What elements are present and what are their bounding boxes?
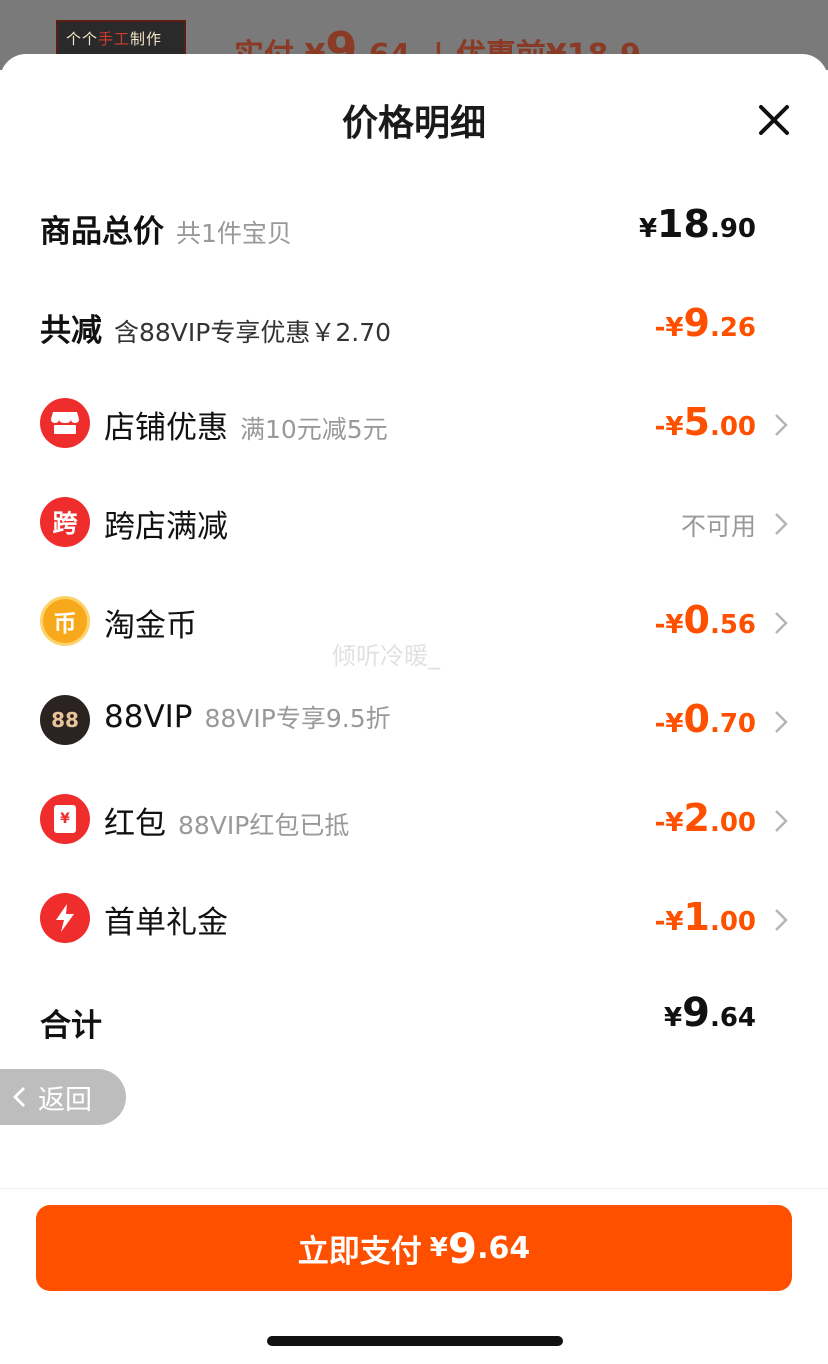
shop-badge-part: 手工 [98,30,131,48]
currency-symbol: -¥ [654,610,684,640]
currency-symbol: ¥ [664,1003,683,1033]
red-packet-envelope: ¥ [54,805,76,833]
item-count: 共1件宝贝 [176,219,292,248]
amount-integer: 9 [447,1223,478,1273]
amount-integer: 9 [682,990,710,1036]
red-packet-text: 红包 [104,806,166,842]
amount-integer: 1 [683,895,710,939]
coin-icon: 币 [40,596,90,646]
cross-store-icon: 跨 [40,497,90,547]
total-discount-text: 共减 [40,313,102,349]
close-icon[interactable] [752,98,796,142]
total-discount-amount: -¥9.26 [655,301,756,345]
shop-discount-amount: -¥5.00 [655,400,756,444]
shop-discount-row[interactable]: 店铺优惠 满10元减5元 -¥5.00 [0,394,828,454]
goods-total-amount: ¥18.90 [639,202,756,246]
amount-integer: 5 [683,400,710,444]
total-discount-row: 共减 含88VIP专享优惠￥2.70 -¥9.26 [0,295,828,355]
red-packet-row[interactable]: ¥ 红包 88VIP红包已抵 -¥2.00 [0,790,828,850]
chevron-right-icon [775,711,788,733]
red-packet-amount: -¥2.00 [655,796,756,840]
cross-store-row[interactable]: 跨 跨店满减 不可用 [0,493,828,553]
88vip-icon: 88 [40,695,90,745]
amount-integer: 2 [683,796,710,840]
grand-total-row: 合计 ¥9.64 [0,990,828,1050]
amount-decimal: .26 [709,313,756,343]
amount-decimal: .90 [709,214,756,244]
first-order-row[interactable]: 首单礼金 -¥1.00 [0,889,828,949]
back-button-label: 返回 [38,1084,92,1116]
goods-total-text: 商品总价 [40,214,164,250]
total-discount-label: 共减 含88VIP专享优惠￥2.70 [40,305,391,350]
amount-decimal: .00 [709,412,756,442]
amount-integer: 0 [683,697,710,741]
grand-total-amount: ¥9.64 [664,990,756,1036]
red-packet-glyph: ¥ [60,811,70,827]
currency-symbol: -¥ [654,313,684,343]
chevron-right-icon [775,414,788,436]
vip-discount-note: 含88VIP专享优惠￥2.70 [114,318,392,347]
unavailable-status: 不可用 [680,512,756,541]
goods-total-label: 商品总价 共1件宝贝 [40,206,292,251]
currency-symbol: -¥ [654,808,684,838]
taojinbi-label: 淘金币 [104,608,197,644]
watermark: 倾听冷暖_ [332,642,440,670]
cross-store-icon-glyph: 跨 [52,509,78,538]
amount-integer: 18 [657,202,710,246]
amount-integer: 9 [683,301,710,345]
taojinbi-amount: -¥0.56 [655,598,756,642]
currency-symbol: -¥ [654,907,684,937]
pay-now-button[interactable]: 立即支付 ¥9.64 [36,1205,792,1291]
currency-symbol: -¥ [654,412,684,442]
goods-total-row: 商品总价 共1件宝贝 ¥18.90 [0,196,828,256]
cross-store-label: 跨店满减 [104,509,228,545]
red-packet-rule: 88VIP红包已抵 [178,811,350,840]
currency-symbol: ¥ [638,214,658,244]
currency-symbol: ¥ [429,1233,448,1263]
vip88-rule: 88VIP专享9.5折 [204,704,391,733]
amount-integer: 0 [683,598,710,642]
pay-now-label: 立即支付 [297,1233,422,1270]
amount-decimal: .70 [709,709,756,739]
red-packet-label: 红包 88VIP红包已抵 [104,798,349,843]
sheet-title: 价格明细 [341,103,486,144]
back-button[interactable]: 返回 [0,1069,126,1125]
chevron-right-icon [775,612,788,634]
chevron-left-icon [13,1087,25,1107]
coin-icon-glyph: 币 [53,611,77,637]
amount-decimal: .64 [477,1230,531,1266]
chevron-right-icon [775,810,788,832]
amount-decimal: .56 [709,610,756,640]
first-order-label: 首单礼金 [104,905,228,941]
shop-badge-part: 个个 [66,30,99,48]
chevron-right-icon [775,909,788,931]
chevron-right-icon [775,513,788,535]
grand-total-label: 合计 [40,1008,102,1044]
lightning-icon [40,893,90,943]
vip88-label: 88VIP 88VIP专享9.5折 [104,699,391,735]
red-packet-icon: ¥ [40,794,90,844]
vip88-amount: -¥0.70 [655,697,756,741]
amount-decimal: .00 [709,907,756,937]
shop-badge-text: 个个手工制作 [66,28,162,49]
shop-icon [40,398,90,448]
shop-discount-text: 店铺优惠 [104,410,228,446]
88vip-icon-glyph: 88 [51,708,79,732]
price-detail-sheet: 价格明细 商品总价 共1件宝贝 ¥18.90 共减 含88VIP专享优惠￥2.70 … [0,54,828,1364]
amount-decimal: .00 [709,808,756,838]
currency-symbol: -¥ [654,709,684,739]
shop-badge-part: 制作 [130,30,163,48]
vip88-text: 88VIP [104,699,193,735]
first-order-amount: -¥1.00 [655,895,756,939]
footer-divider [0,1188,828,1189]
shop-discount-label: 店铺优惠 满10元减5元 [104,402,388,447]
home-indicator [267,1336,563,1346]
vip88-row[interactable]: 88 88VIP 88VIP专享9.5折 -¥0.70 [0,691,828,751]
amount-decimal: .64 [709,1003,756,1033]
shop-discount-rule: 满10元减5元 [240,415,388,444]
